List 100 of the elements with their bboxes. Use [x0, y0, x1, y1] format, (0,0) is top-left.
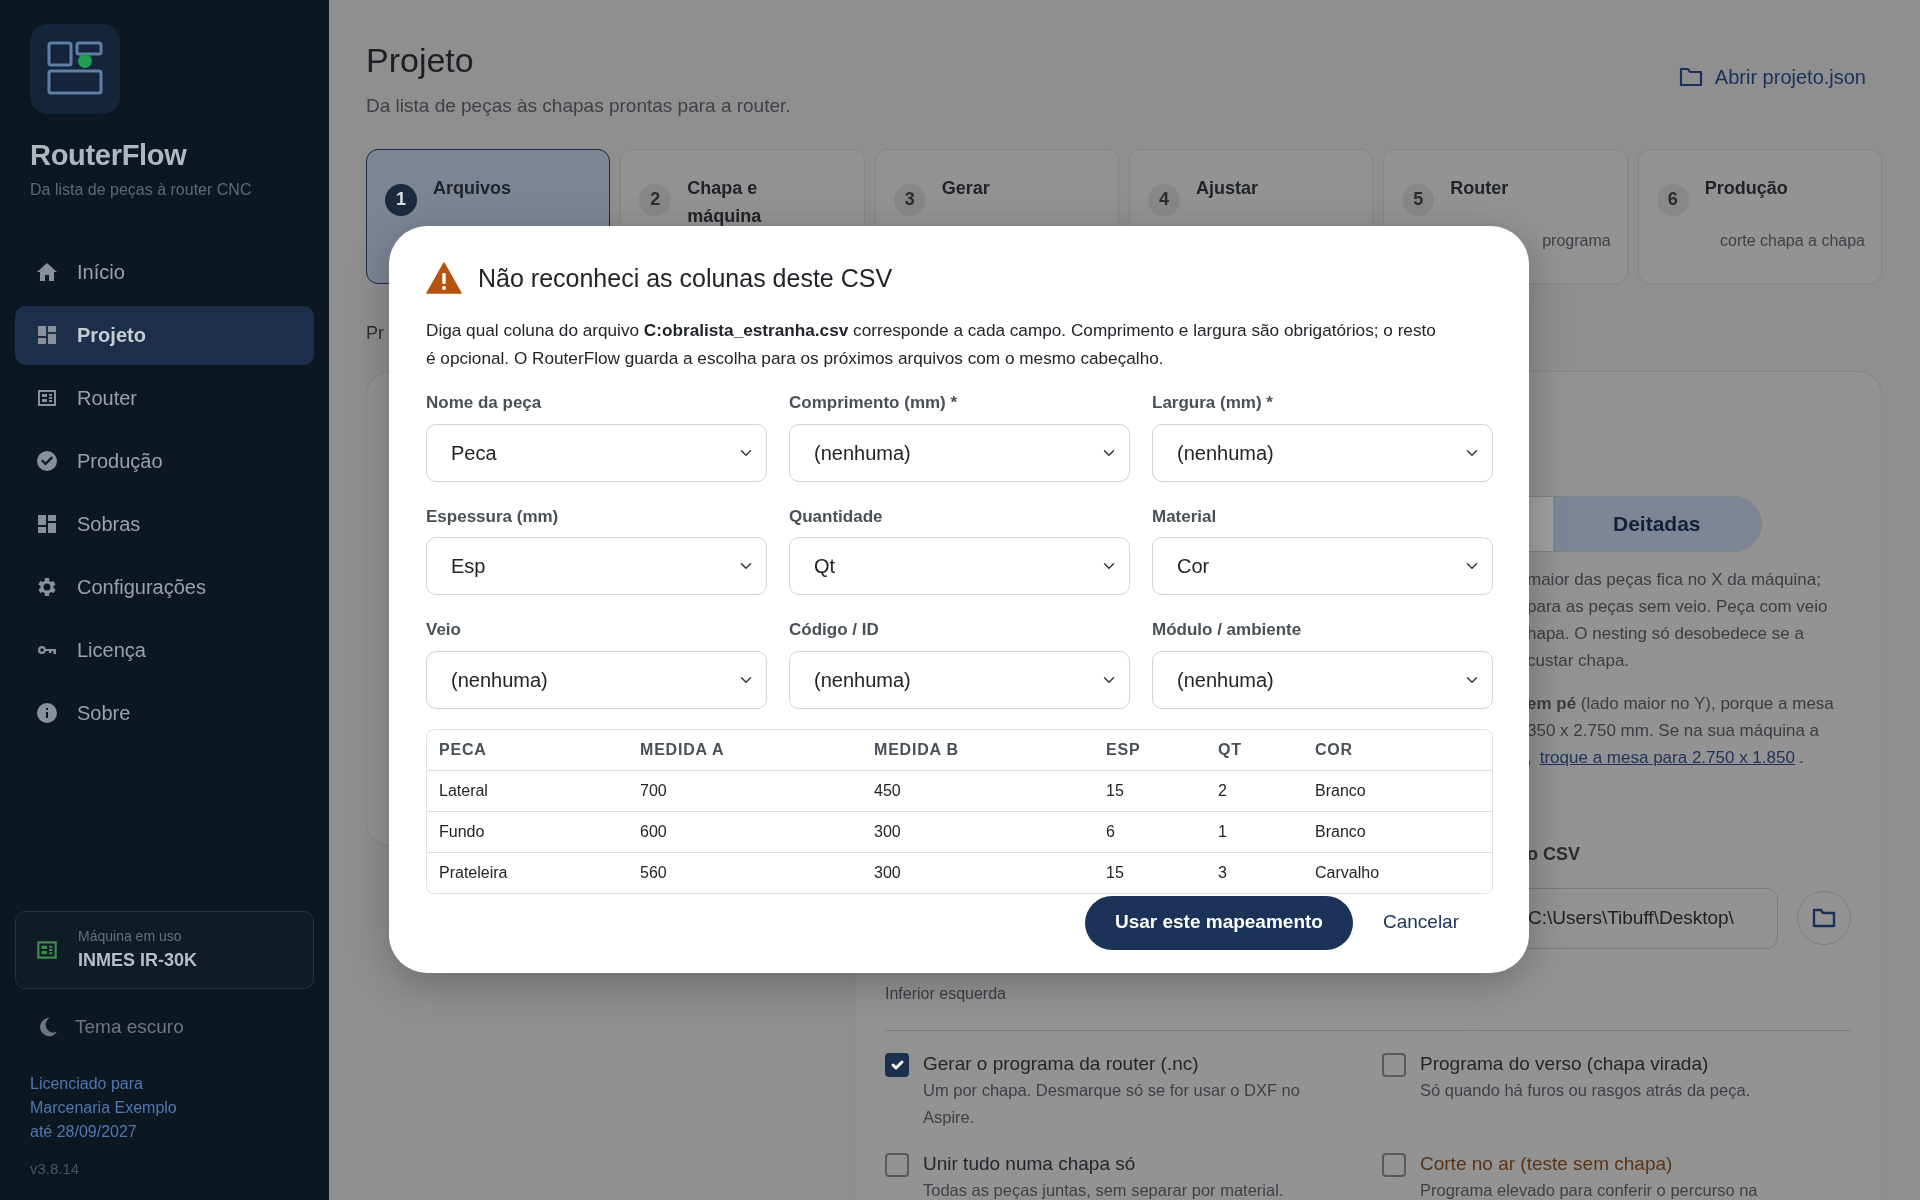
- machine-card[interactable]: Máquina em uso INMES IR-30K: [15, 911, 314, 989]
- step-number: 6: [1656, 183, 1689, 216]
- checkbox[interactable]: [1382, 1152, 1406, 1177]
- column-select[interactable]: Qt: [789, 537, 1130, 595]
- field-label: Largura (mm) *: [1152, 392, 1274, 414]
- app-tagline: Da lista de peças à router CNC: [30, 179, 253, 200]
- option-label: Corte no ar (teste sem chapa): [1420, 1151, 1674, 1176]
- page-title: Projeto: [366, 40, 475, 81]
- column-header: ESP: [1094, 729, 1206, 770]
- table-cell: 2: [1206, 770, 1303, 811]
- table-cell: Branco: [1303, 811, 1492, 852]
- orientation-toggle[interactable]: Deitadas: [1553, 496, 1761, 551]
- nav-item[interactable]: Configurações: [15, 557, 314, 617]
- info-icon: [35, 701, 59, 725]
- logo-icon: [30, 24, 120, 114]
- machine-caption: Máquina em uso: [78, 927, 183, 946]
- option-label: Unir tudo numa chapa só: [923, 1151, 1137, 1176]
- dashboard-icon: [35, 512, 59, 536]
- step-tab[interactable]: 6 Produção corte chapa a chapa: [1637, 148, 1882, 284]
- column-select[interactable]: Esp: [426, 537, 767, 595]
- field-label: Quantidade: [789, 505, 884, 528]
- nav-item[interactable]: Sobre: [15, 683, 314, 743]
- table-cell: Branco: [1303, 770, 1492, 811]
- table-cell: 1: [1206, 811, 1303, 852]
- column-select[interactable]: (nenhuma): [1152, 650, 1493, 709]
- step-number: 2: [639, 183, 672, 216]
- browse-button[interactable]: [1797, 891, 1851, 945]
- help-text: , troque a mesa para 2.750 x 1.850 .: [1527, 746, 1805, 769]
- folder-icon: [1678, 66, 1703, 88]
- table-cell: 700: [628, 770, 862, 811]
- step-title: Chapa e máquina: [687, 176, 763, 228]
- column-header: COR: [1303, 729, 1492, 770]
- column-header: MEDIDA B: [862, 729, 1094, 770]
- step-subtitle: corte chapa a chapa: [1719, 230, 1865, 251]
- step-number: 4: [1148, 183, 1180, 216]
- nav-item[interactable]: Router: [15, 368, 314, 428]
- option-description: Todas as peças juntas, sem separar por material.: [923, 1179, 1284, 1200]
- version-label: v3.8.14: [30, 1158, 81, 1179]
- step-title: Ajustar: [1196, 176, 1259, 200]
- table-cell: 3: [1206, 852, 1303, 893]
- page-subtitle: Da lista de peças às chapas prontas para a router.: [366, 94, 791, 118]
- field-label: Módulo / ambiente: [1152, 619, 1303, 641]
- option-label: Programa do verso (chapa virada): [1420, 1051, 1710, 1076]
- step-title: Router: [1450, 176, 1510, 200]
- step-title: Produção: [1704, 176, 1789, 200]
- checkbox[interactable]: [885, 1052, 909, 1077]
- license-text: Licenciado para Marcenaria Exemplo até 28/09/2027: [30, 1073, 178, 1142]
- option-label: Gerar o programa da router (.nc): [923, 1051, 1200, 1076]
- step-title: Arquivos: [433, 176, 512, 200]
- column-header: MEDIDA A: [628, 729, 862, 770]
- nav-item[interactable]: Sobras: [15, 494, 314, 554]
- help-text: custar chapa.: [1527, 649, 1631, 672]
- checkbox[interactable]: [1382, 1052, 1406, 1077]
- cancel-button[interactable]: Cancelar: [1366, 908, 1475, 937]
- column-select[interactable]: (nenhuma): [789, 423, 1130, 482]
- table-cell: 300: [862, 811, 1094, 852]
- column-header: PECA: [427, 729, 628, 770]
- table-cell: 450: [862, 770, 1094, 811]
- table-cell: Carvalho: [1303, 852, 1492, 893]
- column-select[interactable]: (nenhuma): [1152, 423, 1493, 482]
- table-cell: 15: [1094, 770, 1206, 811]
- field-label: Nome da peça: [426, 392, 543, 414]
- home-icon: [35, 260, 59, 284]
- step-number: 5: [1402, 183, 1435, 216]
- option-description: Programa elevado para conferir o percurso na: [1420, 1179, 1758, 1200]
- nav-item[interactable]: Início: [15, 242, 314, 302]
- option-description: Só quando há furos ou rasgos atrás da peça.: [1420, 1079, 1751, 1101]
- dashboard-icon: [35, 323, 59, 347]
- moon-icon: [37, 1016, 59, 1039]
- help-text: em pé (lado maior no Y), porque a mesa: [1527, 692, 1835, 715]
- confirm-button[interactable]: Usar este mapeamento: [1084, 895, 1353, 950]
- table-cell: 300: [862, 852, 1094, 893]
- table-cell: Lateral: [427, 770, 628, 811]
- table-cell: 560: [628, 852, 862, 893]
- field-label: Código / ID: [789, 619, 880, 641]
- table-cell: 600: [628, 811, 862, 852]
- step-number: 1: [385, 183, 417, 216]
- nav-item[interactable]: Produção: [15, 431, 314, 491]
- checkbox[interactable]: [885, 1152, 909, 1177]
- nav-item[interactable]: Licença: [15, 620, 314, 680]
- section-label: Pr: [366, 321, 384, 345]
- theme-toggle[interactable]: Tema escuro: [37, 1013, 314, 1042]
- option-description: Um por chapa. Desmarque só se for usar o DXF no Aspire.: [923, 1079, 1301, 1128]
- column-select[interactable]: (nenhuma): [789, 650, 1130, 709]
- open-project-button[interactable]: Abrir projeto.json: [1678, 62, 1866, 92]
- step-subtitle: programa: [1541, 230, 1611, 251]
- table-swap-link[interactable]: troque a mesa para 2.750 x 1.850: [1539, 747, 1795, 767]
- machine-name: INMES IR-30K: [78, 949, 198, 972]
- warning-icon: [426, 262, 462, 294]
- step-title: Gerar: [941, 176, 991, 200]
- column-select[interactable]: Cor: [1152, 537, 1493, 595]
- field-label: Comprimento (mm) *: [789, 392, 959, 414]
- help-text: 350 x 2.750 mm. Se na sua máquina a: [1527, 719, 1820, 742]
- column-select[interactable]: Peca: [426, 423, 767, 482]
- column-select[interactable]: (nenhuma): [426, 650, 767, 709]
- table-cell: 15: [1094, 852, 1206, 893]
- dialog-description: Diga qual coluna do arquivo C:obralista_estranha.csv corresponde a cada campo. Comprimento e largura são obrigatórios; o resto é opcional. O RouterFlow guarda a escolha para os próximos arquivos com o mesmo cabeçalho.: [426, 319, 1437, 370]
- field-label: Material: [1152, 505, 1218, 528]
- nav-item[interactable]: Projeto: [15, 305, 314, 365]
- field-label: Espessura (mm): [426, 505, 560, 528]
